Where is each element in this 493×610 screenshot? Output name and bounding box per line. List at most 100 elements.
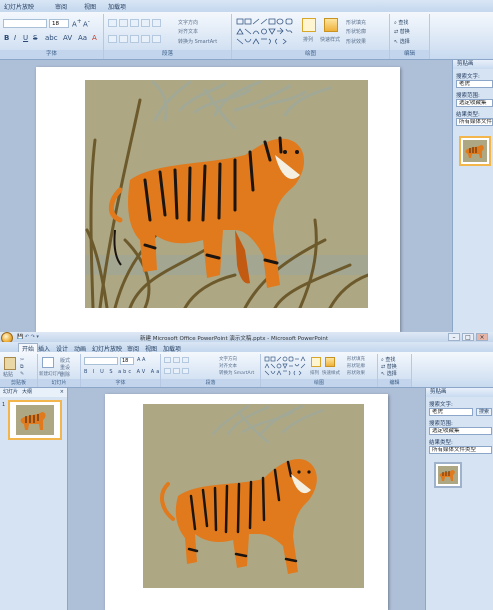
- search-text-input-bottom[interactable]: 老虎: [429, 408, 473, 416]
- tab-review[interactable]: 审阅: [55, 2, 67, 11]
- line-spacing-icon[interactable]: [152, 19, 161, 27]
- new-slide-icon[interactable]: [42, 357, 54, 368]
- arrange-button[interactable]: 排列: [303, 36, 313, 43]
- convert-smartart-button[interactable]: 转换为 SmartArt: [178, 38, 217, 45]
- justify-icon[interactable]: [141, 35, 150, 43]
- paste-button[interactable]: 粘贴: [3, 371, 13, 378]
- cut-icon[interactable]: ✂: [20, 357, 24, 363]
- align-text-button-bottom[interactable]: 对齐文本: [219, 363, 237, 369]
- search-text-input[interactable]: 老虎: [456, 80, 493, 88]
- arrange-icon[interactable]: [302, 18, 316, 32]
- shrink-font-icon[interactable]: A-: [83, 19, 90, 28]
- arrange-button-bottom[interactable]: 排列: [310, 370, 319, 376]
- clipart-result-thumbnail-bottom[interactable]: [434, 462, 462, 488]
- align-right-icon-bottom[interactable]: [182, 368, 189, 374]
- find-button[interactable]: ⌕ 查找: [394, 19, 408, 26]
- italic-icon[interactable]: I: [14, 34, 16, 42]
- clipart-result-thumbnail[interactable]: [459, 136, 491, 166]
- indent-icon-bottom[interactable]: [182, 357, 189, 363]
- tiger-clipart-picture[interactable]: [85, 80, 368, 308]
- spacing-icon[interactable]: AV: [63, 34, 72, 42]
- maximize-icon[interactable]: □: [462, 333, 474, 341]
- slide[interactable]: [36, 67, 400, 332]
- tab-outline-pane[interactable]: 大纲: [22, 388, 32, 397]
- columns-icon[interactable]: [152, 35, 161, 43]
- shape-fill-button-bottom[interactable]: 形状填充: [347, 356, 365, 362]
- quick-styles-button[interactable]: 快速样式: [320, 36, 340, 43]
- ribbon-bottom: 粘贴 ✂ ⧉ ✎ 剪贴板 新建幻灯片 版式 重设 删除 幻灯片 18 A A B…: [0, 352, 493, 388]
- replace-button-bottom[interactable]: ⇄ 替换: [381, 363, 397, 370]
- select-button[interactable]: ↖ 选择: [394, 38, 410, 45]
- results-type-dropdown[interactable]: 所有媒体文件类型: [456, 118, 493, 126]
- bullets-icon-bottom[interactable]: [164, 357, 171, 363]
- tiger-picture-inserted[interactable]: [143, 404, 364, 588]
- quick-styles-button-bottom[interactable]: 快速样式: [322, 370, 340, 376]
- font-size-dropdown-bottom[interactable]: 18: [120, 357, 134, 365]
- shape-outline-button-bottom[interactable]: 形状轮廓: [347, 363, 365, 369]
- format-painter-icon[interactable]: ✎: [20, 371, 24, 377]
- font-color-icon[interactable]: A: [92, 34, 97, 42]
- shape-effects-button-bottom[interactable]: 形状效果: [347, 370, 365, 376]
- increase-indent-icon[interactable]: [141, 19, 150, 27]
- delete-button[interactable]: 删除: [60, 371, 70, 378]
- shapes-gallery[interactable]: [236, 18, 298, 48]
- text-direction-button-bottom[interactable]: 文字方向: [219, 356, 237, 362]
- reset-button[interactable]: 重设: [60, 364, 70, 371]
- numbering-icon[interactable]: [119, 19, 128, 27]
- decrease-indent-icon[interactable]: [130, 19, 139, 27]
- find-button-bottom[interactable]: ⌕ 查找: [381, 356, 395, 363]
- text-direction-button[interactable]: 文字方向: [178, 19, 198, 26]
- shadow-icon[interactable]: abc: [45, 34, 58, 42]
- numbering-icon-bottom[interactable]: [173, 357, 180, 363]
- font-name-dropdown-bottom[interactable]: [84, 357, 118, 365]
- strikethrough-icon[interactable]: S: [33, 34, 37, 42]
- layout-button[interactable]: 版式: [60, 357, 70, 364]
- quick-access-toolbar[interactable]: 💾 ↶ ↷ ▾: [17, 334, 39, 340]
- tab-addins[interactable]: 加载项: [108, 2, 126, 11]
- slide-thumbnail-tiger-icon: [20, 412, 46, 430]
- title-bar: 💾 ↶ ↷ ▾ 新建 Microsoft Office PowerPoint 演…: [0, 332, 493, 344]
- align-center-icon[interactable]: [119, 35, 128, 43]
- bold-icon[interactable]: B: [4, 34, 9, 42]
- tab-view[interactable]: 视图: [84, 2, 96, 11]
- slide-thumbnail-1[interactable]: [8, 400, 62, 440]
- replace-button[interactable]: ⇄ 替换: [394, 28, 410, 35]
- arrange-icon-bottom[interactable]: [311, 357, 321, 367]
- shape-fill-button[interactable]: 形状填充: [346, 19, 366, 26]
- quick-styles-icon-bottom[interactable]: [325, 357, 335, 367]
- slide-bottom[interactable]: [105, 394, 388, 610]
- shape-outline-button[interactable]: 形状轮廓: [346, 28, 366, 35]
- align-text-button[interactable]: 对齐文本: [178, 28, 198, 35]
- thumbnail-image-bottom: [438, 466, 458, 484]
- bullets-icon[interactable]: [108, 19, 117, 27]
- align-center-icon-bottom[interactable]: [173, 368, 180, 374]
- change-case-icon[interactable]: Aa: [78, 34, 87, 42]
- shapes-gallery-bottom[interactable]: [264, 356, 308, 378]
- minimize-icon[interactable]: –: [448, 333, 460, 341]
- copy-icon[interactable]: ⧉: [20, 364, 24, 370]
- search-button[interactable]: 搜索: [476, 408, 492, 416]
- grow-font-icon[interactable]: A+: [72, 19, 82, 28]
- quick-styles-icon[interactable]: [324, 18, 338, 32]
- paste-icon[interactable]: [4, 357, 16, 370]
- tab-slides-pane[interactable]: 幻灯片: [3, 388, 18, 397]
- select-button-bottom[interactable]: ↖ 选择: [381, 370, 397, 377]
- align-right-icon[interactable]: [130, 35, 139, 43]
- font-name-dropdown[interactable]: [3, 19, 47, 28]
- underline-icon[interactable]: U: [23, 34, 28, 42]
- grow-font-icon-bottom[interactable]: A A: [137, 357, 145, 363]
- format-icons-bottom[interactable]: B I U S abc AV Aa A: [84, 369, 170, 375]
- convert-smartart-button-bottom[interactable]: 转换为 SmartArt: [219, 370, 254, 376]
- align-left-icon[interactable]: [108, 35, 117, 43]
- search-in-dropdown-bottom[interactable]: 选定收藏集: [429, 427, 492, 435]
- tab-slideshow[interactable]: 幻灯片放映: [4, 2, 34, 11]
- search-in-dropdown[interactable]: 选定收藏集: [456, 99, 493, 107]
- close-pane-icon[interactable]: ×: [60, 388, 64, 397]
- ribbon-tabs-bottom: 开始 插入 设计 动画 幻灯片放映 审阅 视图 加载项: [0, 342, 493, 354]
- results-type-dropdown-bottom[interactable]: 所有媒体文件类型: [429, 446, 492, 454]
- new-slide-button[interactable]: 新建幻灯片: [39, 371, 62, 377]
- align-left-icon-bottom[interactable]: [164, 368, 171, 374]
- shape-effects-button[interactable]: 形状效果: [346, 38, 366, 45]
- close-icon[interactable]: ×: [476, 333, 488, 341]
- font-size-dropdown[interactable]: 18: [49, 19, 69, 28]
